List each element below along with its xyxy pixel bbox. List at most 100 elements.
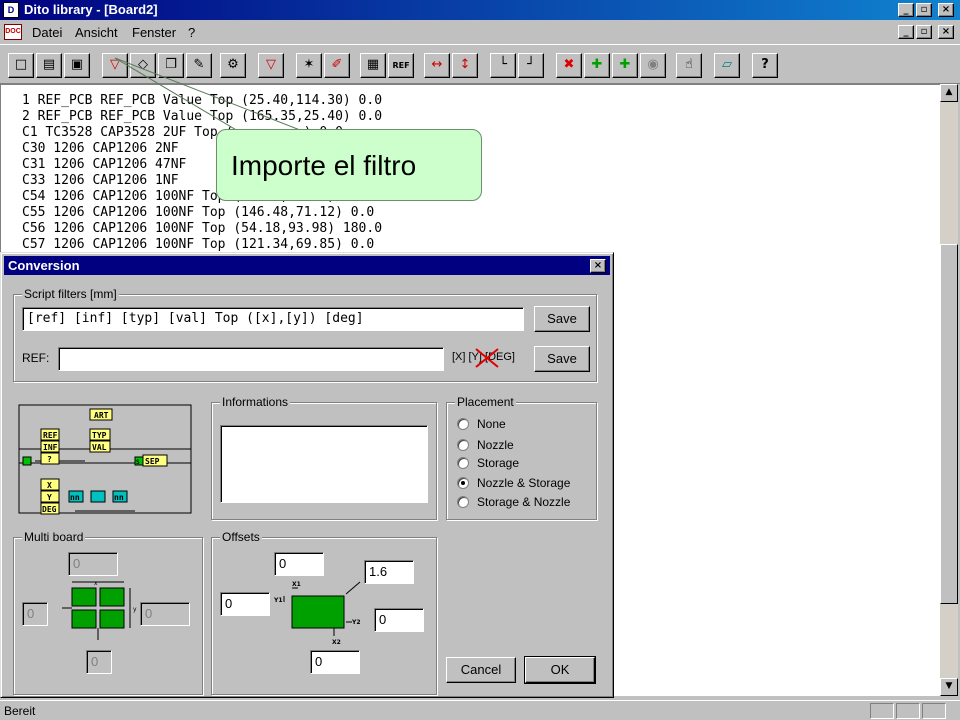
diagram-block: INF: [43, 443, 58, 452]
cancel-button[interactable]: Cancel: [446, 657, 516, 683]
dialog-title-bar[interactable]: Conversion ×: [4, 256, 610, 275]
save-disk-icon[interactable]: ▣: [64, 53, 90, 78]
text-line: 1 REF_PCB REF_PCB Value Top (25.40,114.3…: [22, 93, 383, 108]
diamond-filter-icon[interactable]: ◇: [130, 53, 156, 78]
copy-icon[interactable]: ❐: [158, 53, 184, 78]
script-filters-label: Script filters [mm]: [22, 287, 119, 301]
conversion-dialog: Conversion × Script filters [mm] [ref] […: [0, 252, 614, 698]
multiboard-dim-x: x: [94, 580, 98, 587]
offsets-group: Offsets 0 1.6 0 0 0 X1 Y1 Y2 X2: [211, 530, 437, 695]
radio-button[interactable]: [457, 439, 469, 451]
multiboard-left-input[interactable]: 0: [22, 602, 48, 626]
menu-help[interactable]: ?: [188, 25, 195, 40]
placement-group: Placement None Nozzle Storage Nozzle & S…: [446, 395, 597, 520]
green-plus-icon[interactable]: ✚: [584, 53, 610, 78]
eraser-icon[interactable]: ▱: [714, 53, 740, 78]
dialog-title: Conversion: [8, 258, 80, 273]
script-filter-input[interactable]: [ref] [inf] [typ] [val] Top ([x],[y]) [d…: [22, 307, 524, 331]
app-title-bar[interactable]: D Dito library - [Board2] _ ▫ ×: [0, 0, 960, 20]
offset-label-y1: Y1: [274, 597, 283, 604]
multiboard-right-input[interactable]: 0: [140, 602, 190, 626]
radio-button[interactable]: [457, 457, 469, 469]
diagram-block: SEP: [145, 457, 160, 466]
radio-button[interactable]: [457, 418, 469, 430]
text-line: C31 1206 CAP1206 47NF: [22, 157, 187, 172]
placement-label: Placement: [455, 395, 516, 409]
scroll-down-icon[interactable]: ▼: [940, 678, 958, 696]
offset-label-y2: Y2: [351, 619, 361, 626]
brush-icon[interactable]: ✐: [324, 53, 350, 78]
text-line: C55 1206 CAP1206 100NF Top (146.48,71.12…: [22, 205, 375, 220]
hand-icon[interactable]: ☝: [676, 53, 702, 78]
move-vertical-icon[interactable]: ↕: [452, 53, 478, 78]
vertical-scrollbar[interactable]: ▲ ▼: [940, 84, 958, 696]
status-bar: Bereit: [0, 700, 960, 720]
axis-x-icon[interactable]: └: [490, 53, 516, 78]
radio-button-selected[interactable]: [457, 477, 469, 489]
offset-label-x1: X1: [292, 581, 301, 588]
new-file-icon[interactable]: □: [8, 53, 34, 78]
open-folder-icon[interactable]: ▤: [36, 53, 62, 78]
grid-icon[interactable]: ▦: [360, 53, 386, 78]
dialog-close-button[interactable]: ×: [590, 259, 606, 273]
multiboard-group: Multi board 0 0 0 0 x y: [13, 530, 203, 695]
child-minimize-button[interactable]: _: [898, 25, 914, 39]
document-icon[interactable]: DOC: [4, 24, 22, 40]
ref-label: REF:: [22, 351, 50, 365]
text-line: C57 1206 CAP1206 100NF Top (121.34,69.85…: [22, 237, 375, 252]
diagram-block: nn: [114, 493, 124, 502]
scroll-up-icon[interactable]: ▲: [940, 84, 958, 102]
scroll-thumb[interactable]: [940, 244, 958, 604]
eye-icon[interactable]: ◉: [640, 53, 666, 78]
informations-box[interactable]: [220, 425, 428, 503]
save-filter-button[interactable]: Save: [534, 306, 590, 332]
menu-bar: DOC Datei Ansicht Fenster ? _ ▫ ×: [0, 20, 960, 44]
text-line: C56 1206 CAP1206 100NF Top (54.18,93.98)…: [22, 221, 383, 236]
pcb-offset-diagram: X1 Y1 Y2 X2: [274, 581, 361, 646]
offset-left-input[interactable]: 0: [220, 592, 270, 616]
red-cross-mark-icon: [475, 348, 499, 368]
diagram-block: DEG: [42, 505, 57, 514]
diagram-block: VAL: [92, 443, 107, 452]
green-plus-2-icon[interactable]: ✚: [612, 53, 638, 78]
multiboard-top-input[interactable]: 0: [68, 552, 118, 576]
multiboard-bottom-input[interactable]: 0: [86, 650, 112, 674]
offset-right-input[interactable]: 0: [374, 608, 424, 632]
tutorial-callout: Importe el filtro: [216, 129, 482, 201]
gear-icon[interactable]: ⚙: [220, 53, 246, 78]
text-line: C33 1206 CAP1206 1NF: [22, 173, 179, 188]
filter-funnel-icon[interactable]: ▽: [102, 53, 128, 78]
radio-button[interactable]: [457, 496, 469, 508]
edit-icon[interactable]: ✎: [186, 53, 212, 78]
offset-bottom-input[interactable]: 0: [310, 650, 360, 674]
menu-fenster[interactable]: Fenster: [132, 25, 176, 40]
funnel-icon[interactable]: ▽: [258, 53, 284, 78]
offset-label-x2: X2: [332, 639, 341, 646]
axis-y-icon[interactable]: ┘: [518, 53, 544, 78]
offsets-label: Offsets: [220, 530, 262, 544]
delete-x-icon[interactable]: ✖: [556, 53, 582, 78]
child-restore-button[interactable]: ▫: [916, 25, 932, 39]
wand-icon[interactable]: ✶: [296, 53, 322, 78]
diagram-block: Y: [47, 493, 52, 502]
diagram-block: ART: [94, 411, 109, 420]
text-line: C30 1206 CAP1206 2NF: [22, 141, 179, 156]
child-close-button[interactable]: ×: [938, 25, 954, 39]
ok-button[interactable]: OK: [524, 656, 596, 684]
offset-top-input[interactable]: 0: [274, 552, 324, 576]
save-ref-button[interactable]: Save: [534, 346, 590, 372]
script-filters-group: Script filters [mm] [ref] [inf] [typ] [v…: [13, 287, 597, 382]
help-icon[interactable]: ?: [752, 53, 778, 78]
ref-icon[interactable]: REF: [388, 53, 414, 78]
multiboard-label: Multi board: [22, 530, 86, 544]
maximize-button[interactable]: ▫: [916, 3, 932, 17]
menu-datei[interactable]: Datei: [32, 25, 62, 40]
move-horizontal-icon[interactable]: ↔: [424, 53, 450, 78]
diagram-block: nn: [70, 493, 80, 502]
minimize-button[interactable]: _: [898, 3, 914, 17]
ref-input[interactable]: [58, 347, 444, 371]
diagram-block: TYP: [92, 431, 107, 440]
menu-ansicht[interactable]: Ansicht: [75, 25, 118, 40]
status-text: Bereit: [4, 704, 36, 718]
close-button[interactable]: ×: [938, 3, 954, 17]
